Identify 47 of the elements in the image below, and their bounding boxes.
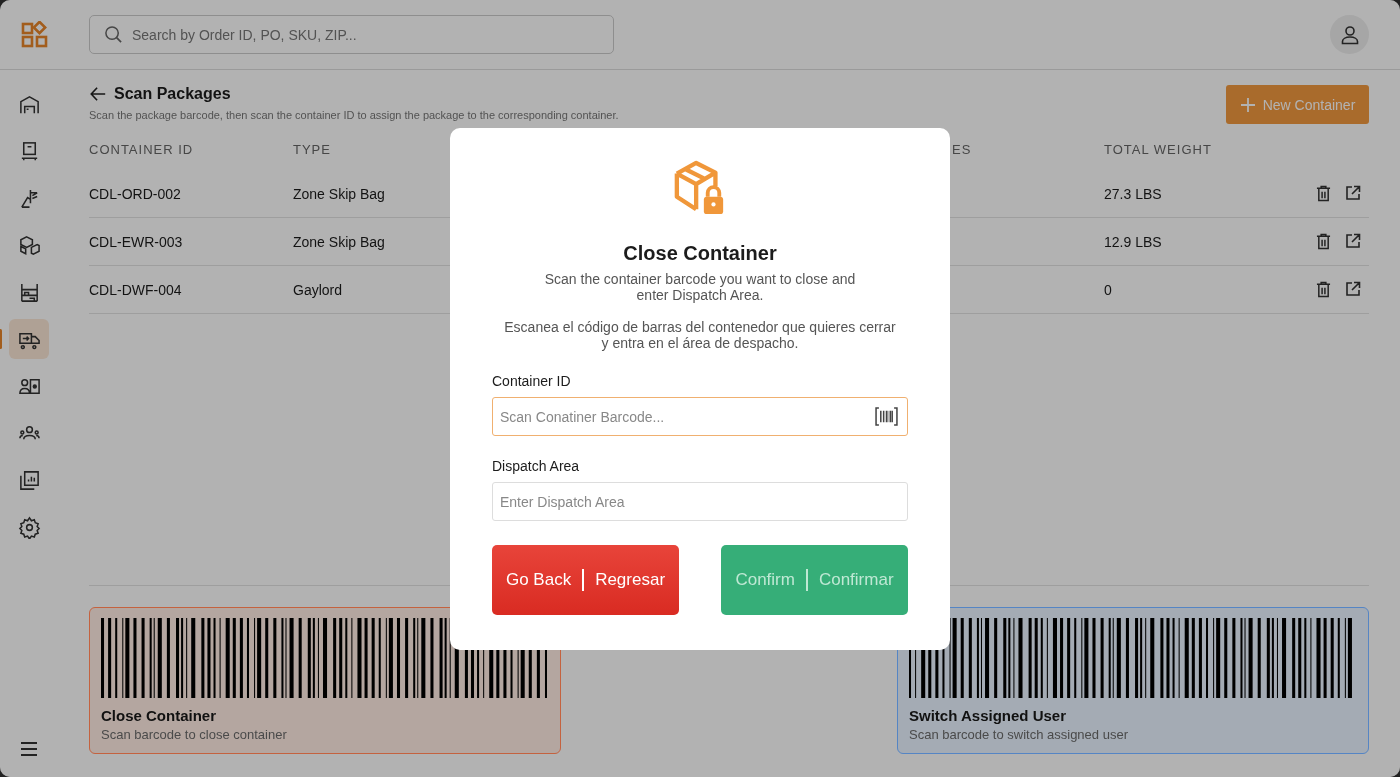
table-cell: 12.9 LBS xyxy=(1104,233,1162,250)
settings-icon xyxy=(17,515,41,539)
search-icon xyxy=(104,25,123,44)
barcode-card[interactable]: Close Container Scan barcode to close container xyxy=(89,607,561,754)
table-cell: 0 xyxy=(1104,281,1112,298)
table-cell: 27.3 LBS xyxy=(1104,185,1162,202)
table-cell: Zone Skip Bag xyxy=(293,233,385,250)
column-header: ES xyxy=(952,142,973,157)
search-field[interactable]: Search by Order ID, PO, SKU, ZIP... xyxy=(89,15,614,54)
menu-icon[interactable] xyxy=(19,739,39,759)
input-field[interactable]: Enter Dispatch Area xyxy=(492,482,908,521)
open-external-icon[interactable] xyxy=(1345,281,1361,297)
page-title: Scan Packages xyxy=(114,85,231,103)
delete-icon[interactable] xyxy=(1316,185,1331,202)
dialog-title: Close Container xyxy=(623,242,777,265)
delete-icon[interactable] xyxy=(1316,281,1331,298)
cancel-button[interactable]: Go Back Regresar xyxy=(492,545,679,615)
user-avatar-button[interactable] xyxy=(1330,15,1369,54)
boxes-icon xyxy=(17,233,41,257)
logo-icon xyxy=(21,20,49,49)
card-title: Switch Assigned User xyxy=(909,707,1067,724)
page-subtitle: Scan the package barcode, then scan the container ID to assign the package to the corresponding container. xyxy=(89,109,619,121)
open-external-icon[interactable] xyxy=(1345,233,1361,249)
back-arrow-icon[interactable] xyxy=(89,85,107,103)
column-header: TOTAL WEIGHT xyxy=(1104,142,1213,157)
table-cell: Zone Skip Bag xyxy=(293,185,385,202)
field-label: Dispatch Area xyxy=(492,458,580,474)
plus-icon xyxy=(1239,96,1256,113)
delete-icon[interactable] xyxy=(1316,233,1331,250)
barcode-card[interactable]: Switch Assigned User Scan barcode to switch assigned user xyxy=(897,607,1369,754)
table-cell: CDL-ORD-002 xyxy=(89,185,181,202)
report-icon xyxy=(17,468,41,492)
card-caption: Scan barcode to close container xyxy=(101,727,288,742)
barcode-scan-icon[interactable] xyxy=(875,407,898,426)
open-external-icon[interactable] xyxy=(1345,185,1361,201)
dialog-instructions: Escanea el código de barras del contenedor que quieres cerrar y entra en el área de despacho. xyxy=(503,319,897,351)
field-label: Container ID xyxy=(492,373,571,389)
column-header: CONTAINER ID xyxy=(89,142,195,157)
card-caption: Scan barcode to switch assigned user xyxy=(909,727,1129,742)
column-header: TYPE xyxy=(293,142,332,157)
input-field[interactable]: Scan Conatiner Barcode... xyxy=(492,397,908,436)
table-cell: CDL-DWF-004 xyxy=(89,281,182,298)
user-icon xyxy=(1339,24,1360,45)
table-cell: CDL-EWR-003 xyxy=(89,233,183,250)
table-cell: Gaylord xyxy=(293,281,343,298)
dialog-instructions: Scan the container barcode you want to close and enter Dispatch Area. xyxy=(543,271,857,303)
card-title: Close Container xyxy=(101,707,218,724)
